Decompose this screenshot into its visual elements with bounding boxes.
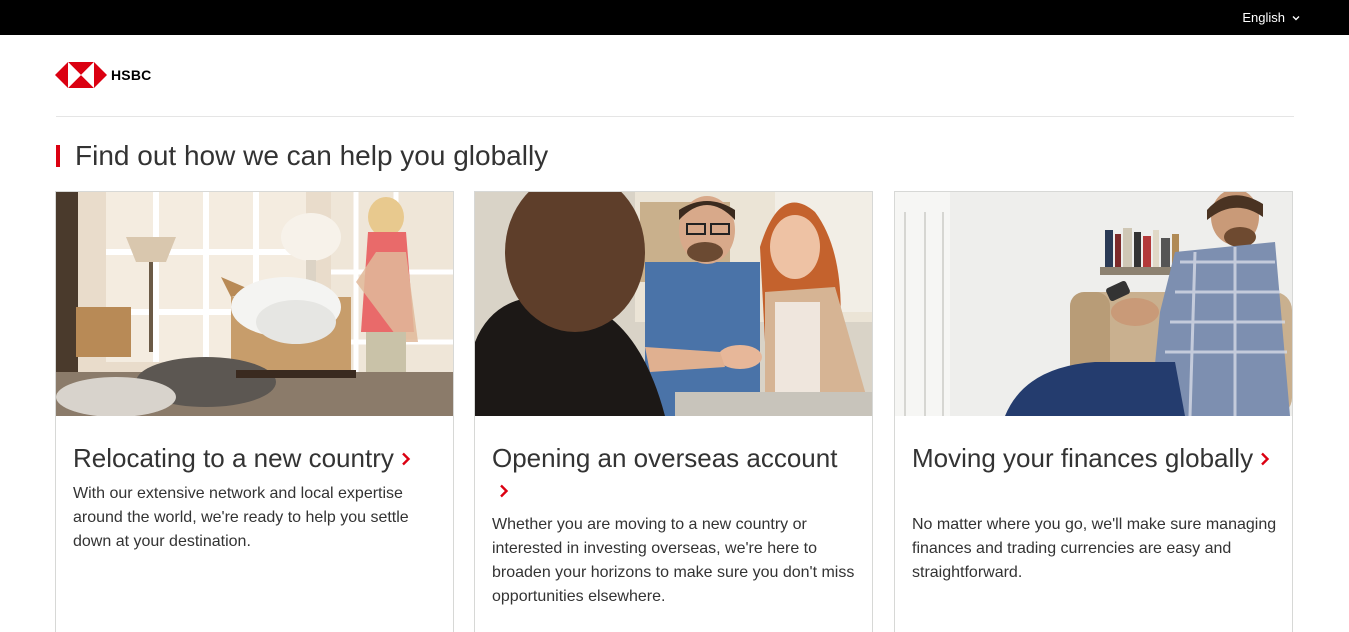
chevron-right-icon [402,452,411,466]
couple-handshake-photo [475,192,872,416]
section-heading: Find out how we can help you globally [56,140,548,172]
woman-unpacking-boxes-photo [56,192,453,416]
card-title-link[interactable]: Relocating to a new country [73,442,433,474]
logo-text: HSBC [111,67,152,83]
chevron-down-icon [1292,15,1300,20]
page-title: Find out how we can help you globally [75,140,549,171]
card-overseas-account[interactable]: Opening an overseas account Whether you … [474,191,873,632]
header-divider [56,116,1294,117]
top-bar: English [0,0,1349,35]
card-description: Whether you are moving to a new country … [492,516,855,605]
site-header: HSBC [0,35,1349,116]
language-selector[interactable]: English [1242,10,1301,25]
heading-accent-bar [56,145,60,167]
card-title-link[interactable]: Opening an overseas account [492,442,852,506]
card-moving-finances[interactable]: Moving your finances globally No matter … [894,191,1293,632]
card-description: No matter where you go, we'll make sure … [912,516,1277,581]
card-relocating[interactable]: Relocating to a new country With our ext… [55,191,454,632]
chevron-right-icon [500,484,509,498]
chevron-right-icon [1261,452,1270,466]
card-title-link[interactable]: Moving your finances globally [912,442,1272,474]
man-on-sofa-phone-photo [895,192,1292,416]
hsbc-logo[interactable]: HSBC [55,62,151,88]
card-title-text: Moving your finances globally [912,443,1254,473]
language-label: English [1242,10,1285,25]
card-title-text: Opening an overseas account [492,443,838,473]
hsbc-hexagon-logo-icon [55,62,107,88]
card-title-text: Relocating to a new country [73,443,394,473]
card-description: With our extensive network and local exp… [73,485,409,550]
